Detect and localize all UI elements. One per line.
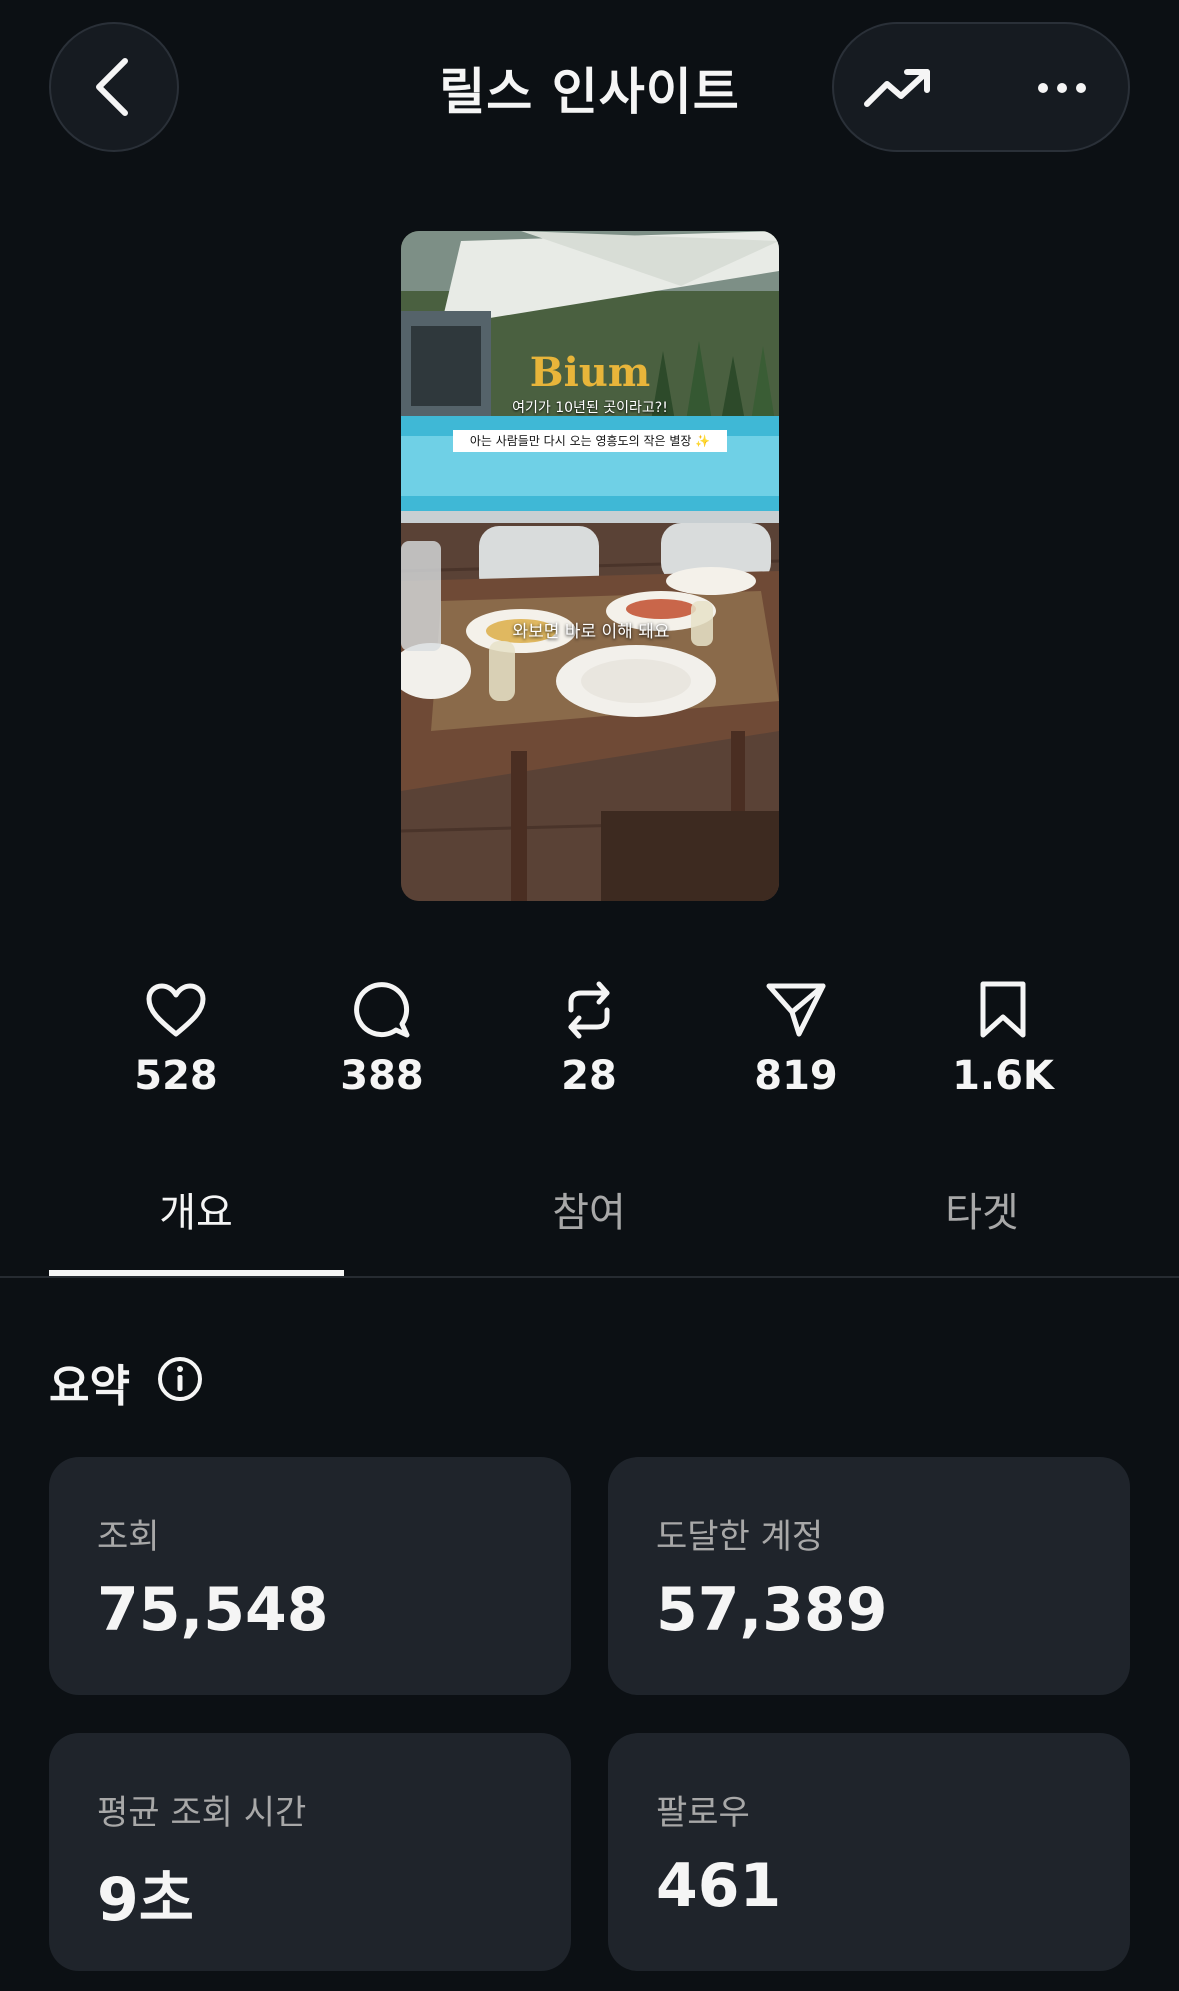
summary-card-reach: 도달한 계정 57,389 (608, 1457, 1130, 1695)
thumbnail-subheadline: 아는 사람들만 다시 오는 영흥도의 작은 별장 ✨ (453, 430, 727, 452)
header-actions (832, 22, 1130, 152)
stat-reposts: 28 (509, 975, 669, 1099)
stat-saves: 1.6K (923, 975, 1083, 1099)
shares-count: 819 (754, 1053, 838, 1099)
card-label: 조회 (97, 1517, 160, 1557)
comment-icon (354, 982, 410, 1038)
tab-divider (0, 1276, 1179, 1278)
more-horizontal-icon (1038, 83, 1086, 93)
share-icon (766, 983, 826, 1037)
summary-title: 요약 (49, 1361, 130, 1412)
heart-icon (146, 983, 206, 1037)
card-value: 461 (656, 1851, 782, 1921)
more-options-button[interactable] (1024, 50, 1100, 126)
tab-audience[interactable]: 타겟 (835, 1180, 1129, 1238)
card-label: 도달한 계정 (656, 1517, 824, 1557)
card-value: 9초 (97, 1865, 194, 1935)
reel-thumbnail[interactable]: Bium 여기가 10년된 곳이라고?! 아는 사람들만 다시 오는 영흥도의 … (401, 231, 779, 901)
card-value: 57,389 (656, 1575, 888, 1645)
thumbnail-caption: 와보면 바로 이해 돼요 (512, 622, 670, 642)
saves-count: 1.6K (952, 1053, 1054, 1099)
card-label: 평균 조회 시간 (97, 1793, 307, 1833)
thumbnail-brand: Bium (529, 349, 651, 396)
card-value: 75,548 (97, 1575, 329, 1645)
repost-icon (568, 981, 610, 1039)
comments-count: 388 (340, 1053, 424, 1099)
tab-engagement[interactable]: 참여 (442, 1180, 736, 1238)
reel-thumbnail-image (401, 231, 779, 901)
tab-overview[interactable]: 개요 (49, 1180, 343, 1238)
trending-up-icon (864, 69, 930, 107)
stat-shares: 819 (716, 975, 876, 1099)
info-icon[interactable] (156, 1355, 204, 1403)
thumbnail-headline: 여기가 10년된 곳이라고?! (512, 400, 668, 416)
reposts-count: 28 (561, 1053, 617, 1099)
trend-button[interactable] (860, 50, 936, 126)
card-label: 팔로우 (656, 1793, 750, 1833)
reels-insights-page: 릴스 인사이트 Bium 여기가 10년된 곳이라고?! 아는 사람들만 다시 … (0, 0, 1179, 1991)
stat-comments: 388 (302, 975, 462, 1099)
bookmark-icon (980, 981, 1026, 1038)
summary-card-views: 조회 75,548 (49, 1457, 571, 1695)
likes-count: 528 (134, 1053, 218, 1099)
summary-card-follows: 팔로우 461 (608, 1733, 1130, 1971)
summary-card-avg-watch-time: 평균 조회 시간 9초 (49, 1733, 571, 1971)
stat-likes: 528 (96, 975, 256, 1099)
